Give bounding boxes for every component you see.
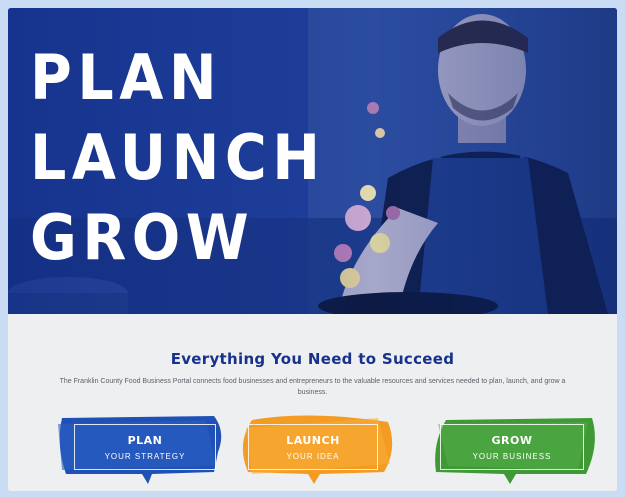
hero-banner: PLAN LAUNCH GROW: [8, 8, 617, 314]
plan-card-sub: YOUR STRATEGY: [104, 452, 186, 461]
launch-card-sub: YOUR IDEA: [286, 452, 340, 461]
hero-headline: PLAN LAUNCH GROW: [30, 38, 326, 278]
section-title: Everything You Need to Succeed: [170, 350, 455, 368]
launch-card-inner: LAUNCH YOUR IDEA: [248, 424, 378, 470]
hero-line-launch: LAUNCH: [30, 121, 326, 194]
intro-section: Everything You Need to Succeed The Frank…: [8, 314, 617, 491]
hero-line-plan: PLAN: [30, 41, 223, 114]
section-description: The Franklin County Food Business Portal…: [59, 378, 566, 396]
plan-card-inner: PLAN YOUR STRATEGY: [74, 424, 216, 470]
grow-card-label: GROW: [491, 434, 533, 447]
plan-card-button[interactable]: PLAN YOUR STRATEGY: [56, 414, 222, 484]
launch-card-button[interactable]: LAUNCH YOUR IDEA: [238, 414, 393, 484]
launch-card-label: LAUNCH: [286, 434, 340, 447]
hero-line-grow: GROW: [30, 201, 255, 274]
grow-card-sub: YOUR BUSINESS: [472, 452, 552, 461]
plan-card-label: PLAN: [127, 434, 163, 447]
grow-card-button[interactable]: GROW YOUR BUSINESS: [428, 414, 595, 484]
page-frame: PLAN LAUNCH GROW Everything You Need to …: [8, 8, 617, 491]
grow-card-inner: GROW YOUR BUSINESS: [440, 424, 584, 470]
